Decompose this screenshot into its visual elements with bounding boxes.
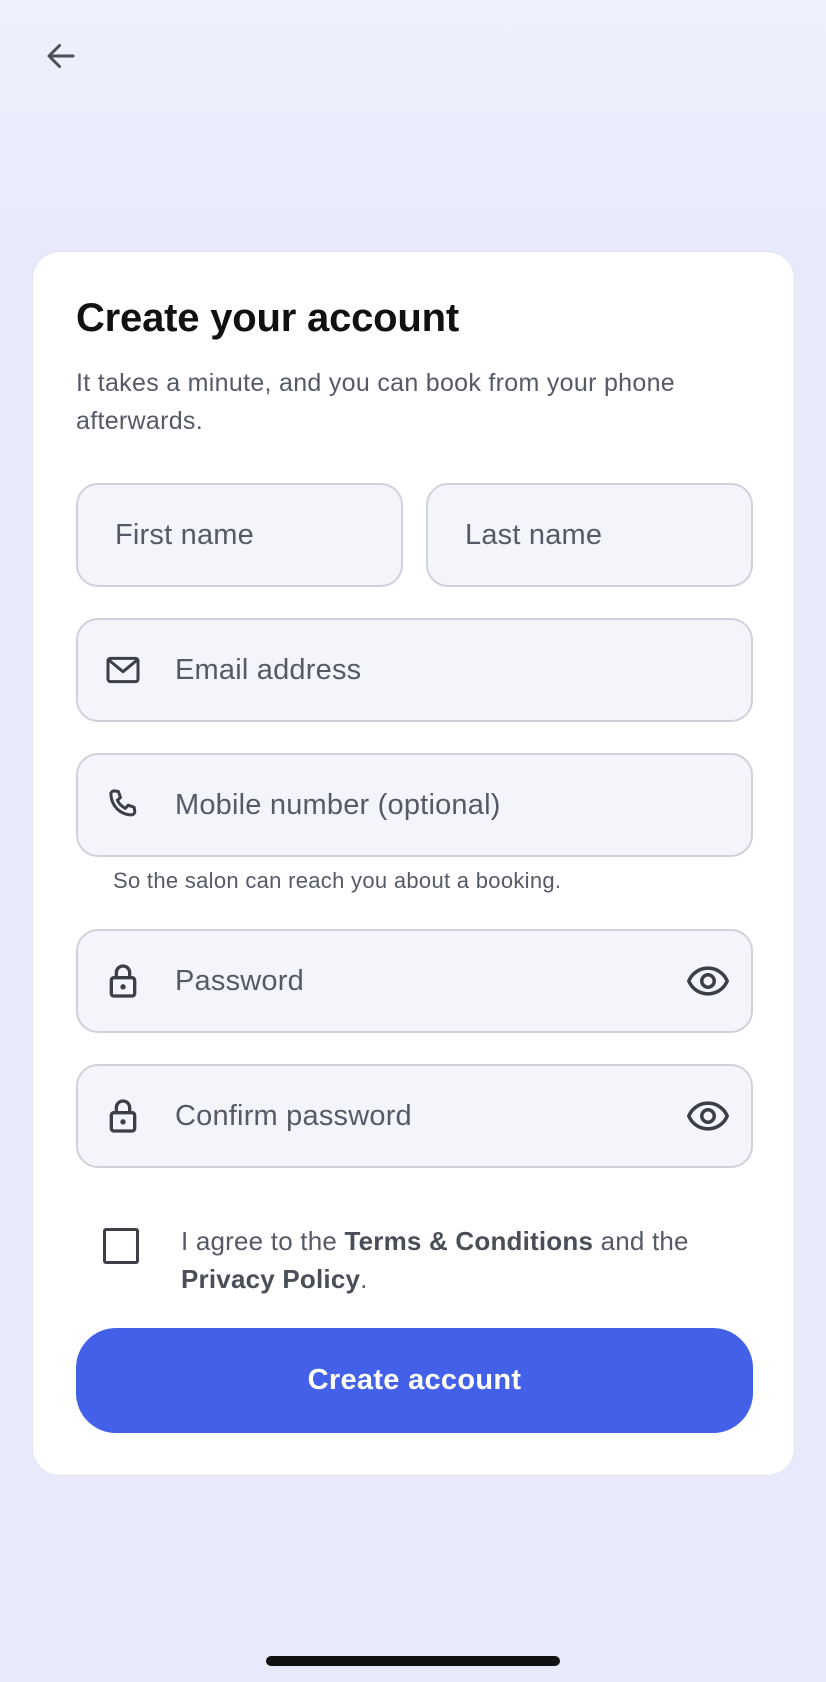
terms-link[interactable]: Terms & Conditions <box>344 1226 593 1256</box>
mobile-placeholder: Mobile number (optional) <box>175 788 501 821</box>
lock-icon <box>102 960 144 1002</box>
agree-checkbox[interactable] <box>103 1228 139 1264</box>
last-name-placeholder: Last name <box>465 518 603 551</box>
back-button[interactable] <box>30 30 92 82</box>
home-indicator <box>266 1656 560 1666</box>
mobile-field[interactable]: Mobile number (optional) <box>76 753 753 857</box>
confirm-password-field[interactable]: Confirm password <box>76 1064 753 1168</box>
page-subtitle: It takes a minute, and you can book from… <box>76 369 675 435</box>
password-field[interactable]: Password <box>76 929 753 1033</box>
privacy-link[interactable]: Privacy Policy <box>181 1264 360 1294</box>
eye-icon[interactable] <box>685 1093 731 1139</box>
eye-icon[interactable] <box>685 958 731 1004</box>
lock-icon <box>102 1095 144 1137</box>
last-name-field[interactable]: Last name <box>426 483 753 587</box>
page-title: Create your account <box>76 296 459 340</box>
agree-text: I agree to the Terms & Conditions and th… <box>181 1222 741 1298</box>
agree-prefix: I agree to the <box>181 1226 345 1256</box>
create-account-button[interactable]: Create account <box>76 1328 753 1433</box>
mail-icon <box>102 649 144 691</box>
mobile-helper-text: So the salon can reach you about a booki… <box>113 868 562 893</box>
phone-icon <box>102 784 144 826</box>
agree-suffix: . <box>360 1264 368 1294</box>
arrow-left-icon <box>47 44 75 68</box>
email-field[interactable]: Email address <box>76 618 753 722</box>
agree-middle: and the <box>593 1226 689 1256</box>
password-placeholder: Password <box>175 964 304 997</box>
first-name-placeholder: First name <box>115 518 254 551</box>
email-placeholder: Email address <box>175 653 362 686</box>
signup-card: Create your account It takes a minute, a… <box>32 251 795 1476</box>
confirm-password-placeholder: Confirm password <box>175 1099 412 1132</box>
background <box>0 0 826 260</box>
first-name-field[interactable]: First name <box>76 483 403 587</box>
